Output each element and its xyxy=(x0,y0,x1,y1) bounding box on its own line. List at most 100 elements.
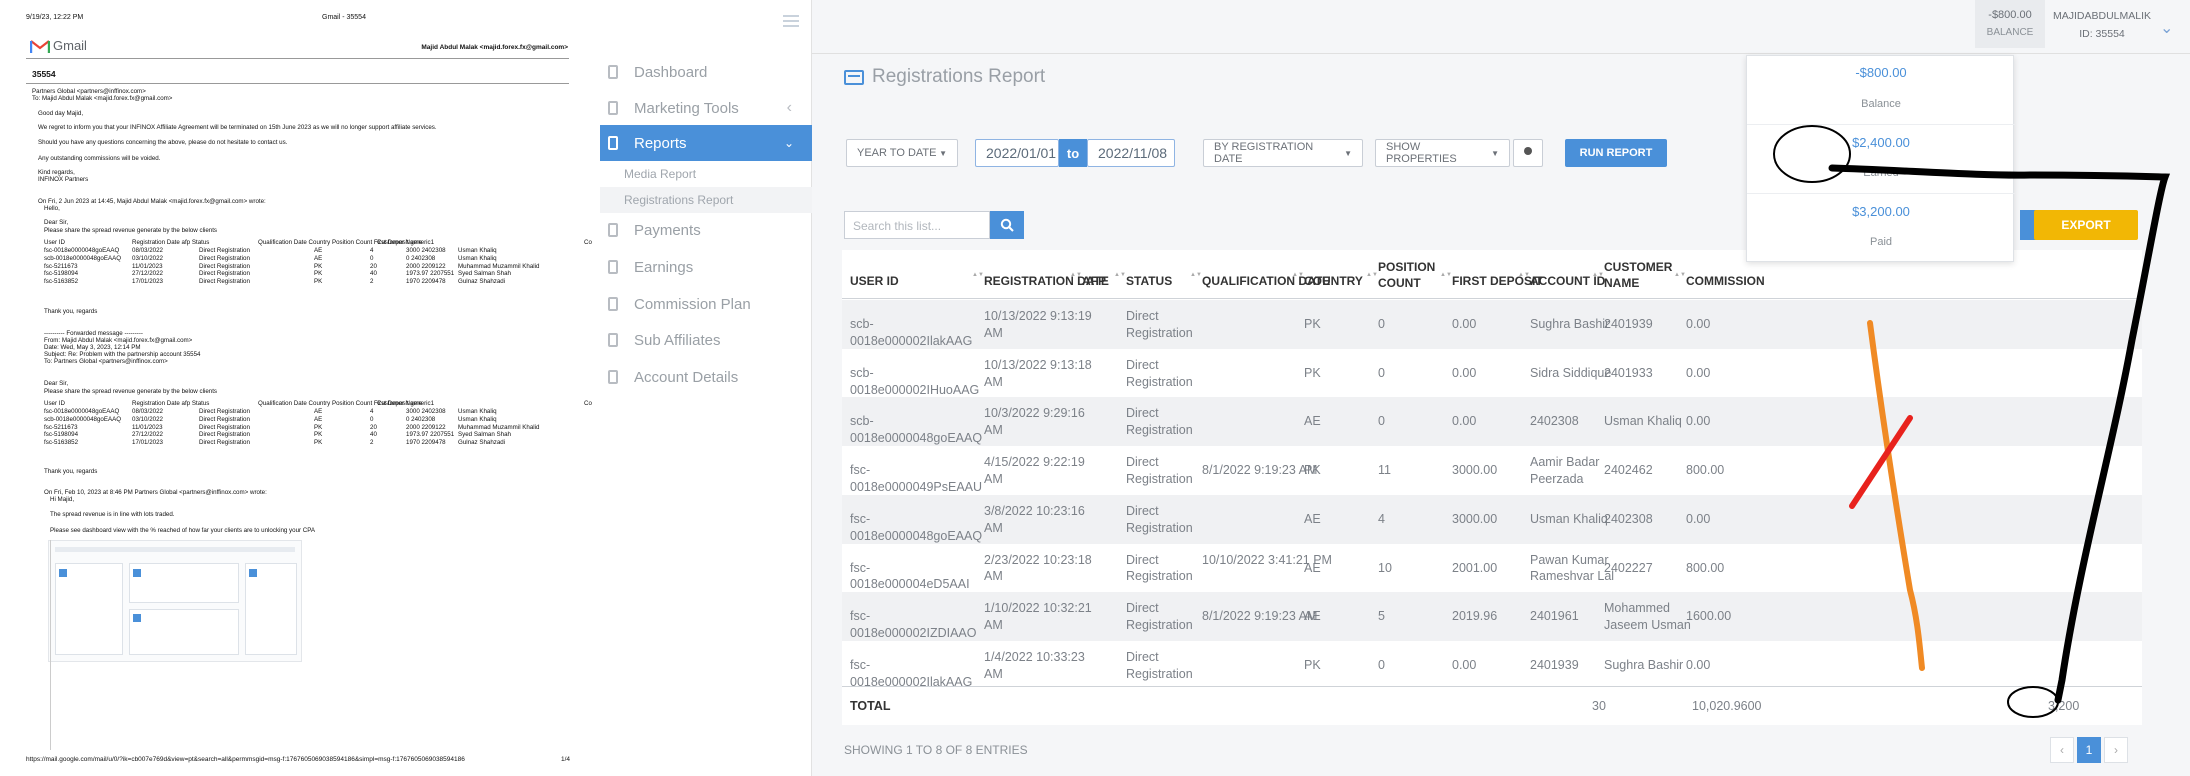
quoted-table-cell: 2000 2209122 xyxy=(406,262,446,270)
quoted-table-cell: Direct Registration xyxy=(199,431,250,439)
circle-annotation-total xyxy=(2007,686,2059,718)
body-line: Should you have any questions concerning… xyxy=(38,139,288,146)
quoted-table-cell: 4 xyxy=(370,408,374,415)
quoted-table-cell: 27/12/2022 xyxy=(132,270,163,278)
quoted-table-cell: Usman Khaliq xyxy=(458,254,497,262)
quoted-table-cell: Direct Registration xyxy=(199,423,250,431)
quoted-table-cell: AE xyxy=(314,254,323,262)
quoted-table-cell: Muhammad Muzammil Khalid xyxy=(458,262,540,270)
quoted-table-cell: Usman Khaliq xyxy=(458,247,497,254)
quoted-table-cell: PK xyxy=(314,439,323,447)
body-line: INFINOX Partners xyxy=(38,176,89,183)
email-subject: 35554 xyxy=(32,69,56,79)
quoted-table-heading: Registration Date afp Status xyxy=(132,239,210,246)
quoted-table-cell: 1973.97 2207551 xyxy=(406,270,455,278)
divider xyxy=(26,58,569,59)
annotation-layer xyxy=(1773,125,2171,718)
quote-line: Dear Sir, xyxy=(44,219,69,226)
quote-bar xyxy=(50,540,51,750)
strike-annotation-red xyxy=(1849,415,1913,509)
quoted-table-cell: 40 xyxy=(370,270,377,278)
quoted-table-cell: fsc-5211673 xyxy=(44,423,78,431)
quoted-table-cell: 40 xyxy=(370,431,377,439)
quoted-table-heading: Co xyxy=(584,400,592,407)
print-title: Gmail - 35554 xyxy=(322,14,366,21)
quoted-table-cell: 0 xyxy=(370,254,374,262)
quoted-table-cell: 20 xyxy=(370,423,377,431)
quoted-table-cell: Gulnaz Shahzadi xyxy=(458,278,506,286)
quoted-table-cell: Syed Salman Shah xyxy=(458,431,511,439)
body-line: Any outstanding commissions will be void… xyxy=(38,155,161,162)
quoted-table-cell: 2 xyxy=(370,278,374,286)
quoted-table-cell: Direct Registration xyxy=(199,439,250,447)
gmail-logo: Gmail xyxy=(30,38,87,54)
print-date: 9/19/23, 12:22 PM xyxy=(26,14,84,21)
account-email: Majid Abdul Malak <majid.forex.fx@gmail.… xyxy=(421,44,568,51)
thanks-line: Thank you, regards xyxy=(44,468,98,475)
quoted-table-cell: Direct Registration xyxy=(199,247,250,254)
quote-line: Hello, xyxy=(44,205,60,212)
quoted-table-cell: 1973.97 2207551 xyxy=(406,431,455,439)
forward-line: To: Partners Global <partners@inffinox.c… xyxy=(44,358,168,365)
quoted-table-cell: 08/03/2022 xyxy=(132,247,163,254)
quoted-table-cell: fsc-5198094 xyxy=(44,270,79,278)
quoted-table-heading: User ID xyxy=(44,400,65,407)
quoted-table-cell: 0 2402308 xyxy=(406,254,436,262)
quoted-table-cell: 11/01/2023 xyxy=(132,262,163,270)
quoted-table-cell: scb-0018e0000048goEAAQ xyxy=(44,415,122,423)
strike-annotation-orange xyxy=(1867,320,1925,671)
quoted-table-cell: 20 xyxy=(370,262,377,270)
quote-line: Dear Sir, xyxy=(44,380,69,387)
quoted-table-cell: 08/03/2022 xyxy=(132,408,163,415)
quoted-table-cell: 03/10/2022 xyxy=(132,415,163,423)
quoted-table-cell: 2000 2209122 xyxy=(406,423,446,431)
print-url: https://mail.google.com/mail/u/0/?ik=cb0… xyxy=(26,756,465,763)
quoted-table-cell: Direct Registration xyxy=(199,270,250,278)
quoted-table-heading: Customer Name xyxy=(377,400,423,407)
quoted-table-cell: fsc-5211673 xyxy=(44,262,78,270)
quote-line: The spread revenue is in line with lots … xyxy=(50,511,175,518)
to-line: To: Majid Abdul Malak <majid.forex.fx@gm… xyxy=(32,95,173,102)
quoted-table-cell: Syed Salman Shah xyxy=(458,270,511,278)
quoted-table-cell: PK xyxy=(314,270,323,278)
quoted-table-cell: 0 2402308 xyxy=(406,415,436,423)
quoted-table-cell: 03/10/2022 xyxy=(132,254,163,262)
quoted-table-cell: Muhammad Muzammil Khalid xyxy=(458,423,540,431)
quoted-table-cell: 27/12/2022 xyxy=(132,431,163,439)
quoted-table-cell: 11/01/2023 xyxy=(132,423,163,431)
quoted-table-cell: 4 xyxy=(370,247,374,254)
quoted-table-cell: 17/01/2023 xyxy=(132,439,163,447)
print-page-number: 1/4 xyxy=(561,756,571,763)
quoted-table-cell: PK xyxy=(314,278,323,286)
gmail-print-page: 9/19/23, 12:22 PM Gmail - 35554 Gmail Ma… xyxy=(0,0,600,776)
quoted-table-cell: Direct Registration xyxy=(199,415,250,423)
gmail-wordmark: Gmail xyxy=(53,38,87,53)
quoted-table-heading: Co xyxy=(584,239,592,246)
quoted-table-cell: 1970 2209478 xyxy=(406,278,446,286)
quoted-table-cell: 2 xyxy=(370,439,374,447)
quoted-table-cell: Usman Khaliq xyxy=(458,408,497,415)
quoted-table-cell: PK xyxy=(314,423,323,431)
quoted-table-cell: fsc-0018e0000048goEAAQ xyxy=(44,408,120,415)
quoted-table-cell: 0 xyxy=(370,415,374,423)
quoted-table-cell: Gulnaz Shahzadi xyxy=(458,439,506,447)
quoted-table-cell: fsc-5198094 xyxy=(44,431,79,439)
body-line: We regret to inform you that your INFINO… xyxy=(38,124,437,131)
quoted-table-cell: PK xyxy=(314,262,323,270)
quoted-table-cell: AE xyxy=(314,415,323,423)
quoted-table-cell: 3000 2402308 xyxy=(406,247,446,254)
body-line: Good day Majid, xyxy=(38,110,84,117)
quoted-table-cell: Direct Registration xyxy=(199,408,250,415)
gmail-m-icon xyxy=(30,39,50,53)
thanks-line: Thank you, regards xyxy=(44,308,98,315)
quoted-table-cell: fsc-0018e0000048goEAAQ xyxy=(44,247,120,254)
affiliate-portal: Dashboard Marketing Tools ‹ Reports ⌄ Medi… xyxy=(600,0,2190,776)
quoted-table-cell: 17/01/2023 xyxy=(132,278,163,286)
quoted-table-heading: User ID xyxy=(44,239,65,246)
quoted-table-cell: fsc-5163852 xyxy=(44,278,79,286)
quote-intro: On Fri, Feb 10, 2023 at 8:46 PM Partners… xyxy=(44,489,267,496)
quoted-table-cell: PK xyxy=(314,431,323,439)
dashboard-thumbnail xyxy=(48,540,302,662)
quote-line: Please share the spread revenue generate… xyxy=(44,227,218,234)
quoted-table-cell: Usman Khaliq xyxy=(458,415,497,423)
